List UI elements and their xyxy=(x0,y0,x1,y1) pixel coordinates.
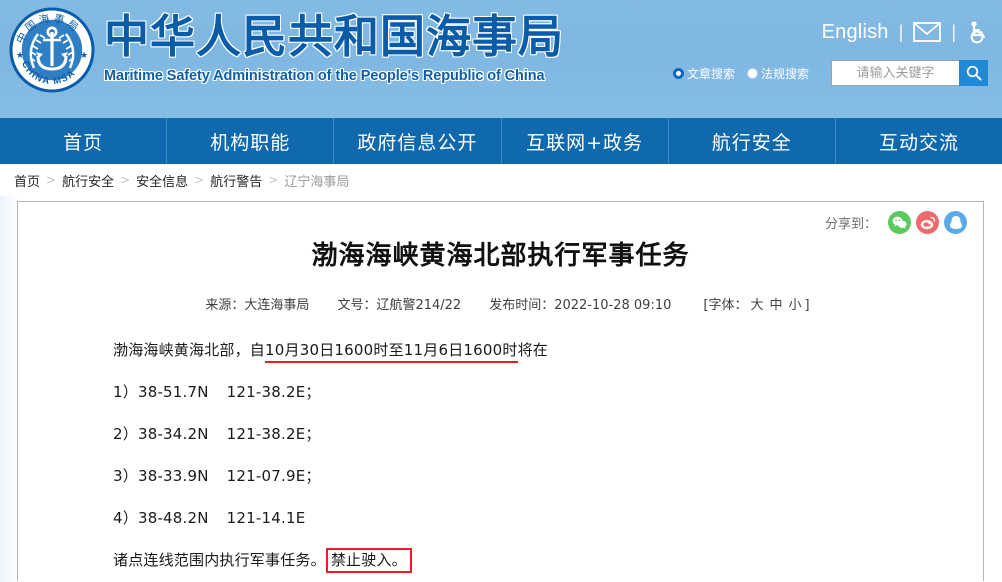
point-4-lat: 38-48.2N xyxy=(137,509,209,527)
point-1-lon: 121-38.2E xyxy=(226,383,306,401)
point-3-lat: 38-33.9N xyxy=(137,467,209,485)
breadcrumb-separator: > xyxy=(46,173,57,187)
meta-source: 来源：大连海事局 xyxy=(205,294,309,313)
meta-publish: 发布时间：2022-10-28 09:10 xyxy=(489,294,671,313)
nav-item-gov-info[interactable]: 政府信息公开 xyxy=(334,118,502,164)
search-scope-article-label: 文章搜索 xyxy=(686,66,735,81)
share-qq-icon[interactable] xyxy=(944,211,967,234)
font-size-control: [字体：大中小] xyxy=(703,294,809,313)
main-navigation: 首页 机构职能 政府信息公开 互联网+政务 航行安全 互动交流 xyxy=(0,118,1002,164)
font-size-medium[interactable]: 中 xyxy=(769,298,782,313)
nav-item-internet-gov[interactable]: 互联网+政务 xyxy=(502,118,669,164)
breadcrumb-item-4: 辽宁海事局 xyxy=(284,174,350,190)
meta-docno: 文号：辽航警214/22 xyxy=(337,294,461,313)
coordinate-point-3: 3）38-33.9N 121-07.9E； xyxy=(113,469,983,484)
china-msa-seal-logo[interactable]: ★ ★ 中国海事局 CHINA MSA xyxy=(8,6,96,94)
point-3-lon: 121-07.9E xyxy=(226,467,306,485)
meta-docno-value: 辽航警214/22 xyxy=(376,298,462,313)
article-paragraph-closing: 诸点连线范围内执行军事任务。 禁止驶入。 xyxy=(113,548,983,573)
meta-publish-label: 发布时间： xyxy=(489,298,555,313)
brand-title-en: Maritime Safety Administration of the Pe… xyxy=(104,68,545,84)
brand-block: 中华人民共和国海事局 Maritime Safety Administratio… xyxy=(104,8,624,84)
point-2-lat: 38-34.2N xyxy=(137,425,209,443)
search-input[interactable] xyxy=(831,60,959,86)
article-meta: 来源：大连海事局 文号：辽航警214/22 发布时间：2022-10-28 09… xyxy=(18,294,983,313)
point-2-index: 2） xyxy=(113,425,138,443)
closing-warning-boxed: 禁止驶入。 xyxy=(325,548,412,573)
mail-icon[interactable] xyxy=(913,22,942,42)
utility-separator-1: | xyxy=(898,21,904,42)
nav-item-functions[interactable]: 机构职能 xyxy=(167,118,335,164)
radio-dot-regulation[interactable] xyxy=(746,67,758,79)
share-label: 分享到： xyxy=(824,217,877,232)
breadcrumb-item-3[interactable]: 航行警告 xyxy=(210,171,262,190)
share-weibo-icon[interactable] xyxy=(916,211,939,234)
article-body: 渤海海峡黄海北部，自10月30日1600时至11月6日1600时将在 1）38-… xyxy=(18,313,983,573)
meta-source-value: 大连海事局 xyxy=(244,298,310,313)
breadcrumb: 首页 > 航行安全 > 安全信息 > 航行警告 > 辽宁海事局 xyxy=(0,164,1002,196)
point-1-index: 1） xyxy=(113,383,138,401)
svg-text:★: ★ xyxy=(80,51,88,61)
search-box xyxy=(831,60,988,86)
header-utility-row: English | | xyxy=(822,20,988,44)
search-button[interactable] xyxy=(959,60,988,86)
search-icon xyxy=(966,65,982,81)
closing-before-text: 诸点连线范围内执行军事任务。 xyxy=(113,551,326,569)
nav-item-home[interactable]: 首页 xyxy=(0,118,168,164)
point-4-lon: 121-14.1E xyxy=(226,509,306,527)
breadcrumb-separator: > xyxy=(268,173,279,187)
article-paragraph-intro: 渤海海峡黄海北部，自10月30日1600时至11月6日1600时将在 xyxy=(113,341,983,363)
point-3-tail: ； xyxy=(305,467,321,485)
page-body: 分享到： 渤海海峡黄海北部执行军事任务 来源：大连海事局 文号：辽航警214/2… xyxy=(0,196,1002,582)
intro-before-text: 渤海海峡黄海北部，自 xyxy=(113,341,266,359)
point-3-index: 3） xyxy=(113,467,138,485)
article-card: 分享到： 渤海海峡黄海北部执行军事任务 来源：大连海事局 文号：辽航警214/2… xyxy=(17,201,984,581)
breadcrumb-item-1[interactable]: 航行安全 xyxy=(62,171,114,190)
radio-dot-article[interactable] xyxy=(672,67,684,79)
search-scope-regulation[interactable]: 法规搜索 xyxy=(746,65,809,82)
brand-title-cn: 中华人民共和国海事局 xyxy=(104,10,565,63)
point-2-lon: 121-38.2E xyxy=(226,425,306,443)
english-link[interactable]: English xyxy=(822,21,889,44)
point-1-lat: 38-51.7N xyxy=(137,383,209,401)
breadcrumb-separator: > xyxy=(120,173,131,187)
breadcrumb-separator: > xyxy=(194,173,205,187)
accessibility-icon[interactable] xyxy=(966,20,988,44)
meta-docno-label: 文号： xyxy=(337,298,377,313)
font-size-prefix: [字体： xyxy=(703,298,748,313)
breadcrumb-item-0[interactable]: 首页 xyxy=(14,171,40,190)
point-1-tail: ； xyxy=(305,383,321,401)
share-row: 分享到： xyxy=(825,211,967,234)
svg-text:★: ★ xyxy=(16,51,24,61)
point-2-tail: ； xyxy=(305,425,321,443)
nav-item-interaction[interactable]: 互动交流 xyxy=(836,118,1002,164)
coordinate-point-4: 4）38-48.2N 121-14.1E xyxy=(113,511,983,526)
search-scope-regulation-label: 法规搜索 xyxy=(760,66,809,81)
meta-publish-value: 2022-10-28 09:10 xyxy=(554,298,672,313)
header-search-row: 文章搜索 法规搜索 xyxy=(672,60,988,86)
search-scope-article[interactable]: 文章搜索 xyxy=(672,65,735,82)
intro-highlight-period: 10月30日1600时至11月6日1600时 xyxy=(265,341,518,363)
font-size-large[interactable]: 大 xyxy=(750,298,763,313)
font-size-suffix: ] xyxy=(804,298,810,313)
nav-item-nav-safety[interactable]: 航行安全 xyxy=(669,118,836,164)
font-size-small[interactable]: 小 xyxy=(788,298,801,313)
intro-after-text: 将在 xyxy=(517,341,548,359)
meta-source-label: 来源： xyxy=(205,298,245,313)
share-wechat-icon[interactable] xyxy=(888,211,911,234)
point-4-index: 4） xyxy=(113,509,138,527)
search-scope-radios: 文章搜索 法规搜索 xyxy=(672,65,821,82)
utility-separator-2: | xyxy=(951,21,956,42)
coordinate-point-1: 1）38-51.7N 121-38.2E； xyxy=(113,385,983,400)
breadcrumb-item-2[interactable]: 安全信息 xyxy=(136,171,188,190)
coordinate-point-2: 2）38-34.2N 121-38.2E； xyxy=(113,427,983,442)
site-header: ★ ★ 中国海事局 CHINA MSA 中华人民共和国海事局 Maritime … xyxy=(0,0,1002,118)
